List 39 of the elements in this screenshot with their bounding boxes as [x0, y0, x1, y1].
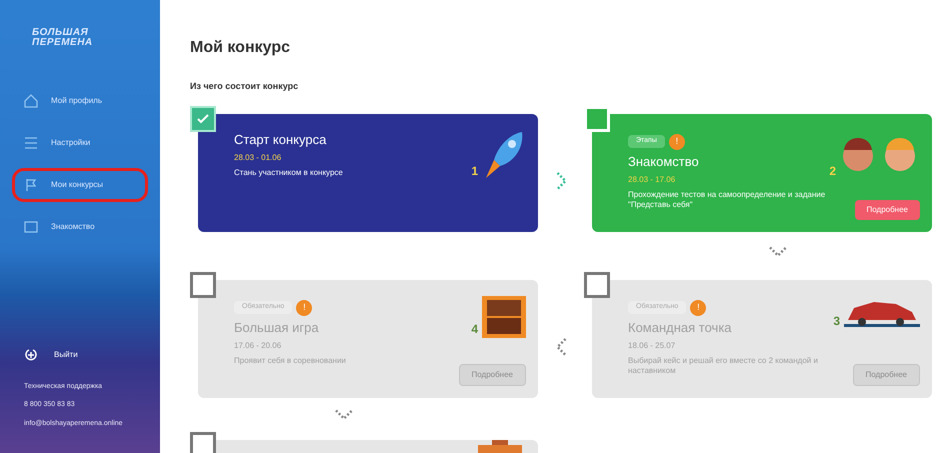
stage-description: Прохождение тестов на самоопределение и задание "Представь себя" [628, 190, 826, 210]
logo: БОЛЬШАЯ ПЕРЕМЕНА [31, 26, 94, 48]
section-subtitle: Из чего состоит конкурс [190, 80, 300, 93]
stage-title: Большая игра [234, 320, 320, 336]
list-icon [23, 135, 39, 151]
stage-dates: 18.06 - 25.07 [628, 340, 676, 352]
stage-checkbox[interactable] [190, 432, 216, 453]
stage-description: Стань участником в конкурсе [234, 168, 344, 178]
stage-dates: 28.03 - 01.06 [234, 152, 282, 164]
page-title: Мой конкурс [190, 38, 291, 58]
stage-dates: 28.03 - 17.06 [628, 174, 676, 186]
chevron-icon [768, 246, 788, 257]
details-button[interactable]: Подробнее [854, 200, 920, 220]
stage-number: 2 [829, 162, 836, 180]
stage-checkbox[interactable] [584, 272, 610, 298]
logout-icon [24, 348, 38, 362]
stage-number: 3 [833, 312, 840, 330]
stage-title: Командная точка [628, 320, 733, 336]
stage-number: 4 [471, 320, 478, 338]
stage-number: 1 [471, 162, 478, 180]
nav-item[interactable]: Мои конкурсы [12, 168, 148, 202]
nav-item[interactable]: Мой профиль [12, 84, 148, 118]
chevron-icon [556, 336, 566, 356]
stage-checkbox[interactable] [190, 272, 216, 298]
stage-title: Старт конкурса [234, 132, 328, 148]
home-icon [23, 93, 39, 109]
treasure-chest-drawing [482, 296, 526, 338]
nav-item[interactable]: Настройки [12, 126, 148, 160]
window-icon [23, 219, 39, 235]
chevron-icon [556, 170, 566, 190]
stage-description: Проявит себя в соревновании [234, 356, 347, 366]
briefcase-drawing [478, 440, 522, 453]
nav-item[interactable]: Знакомство [12, 210, 148, 244]
stage-description: Выбирай кейс и решай его вместе со 2 командой и наставником [628, 356, 819, 376]
stage-dates: 17.06 - 20.06 [234, 340, 282, 352]
chevron-icon [334, 409, 354, 420]
checkmark-icon [196, 112, 210, 126]
logout-button[interactable]: Выйти [0, 348, 160, 362]
stage-title: Знакомство [628, 154, 700, 170]
